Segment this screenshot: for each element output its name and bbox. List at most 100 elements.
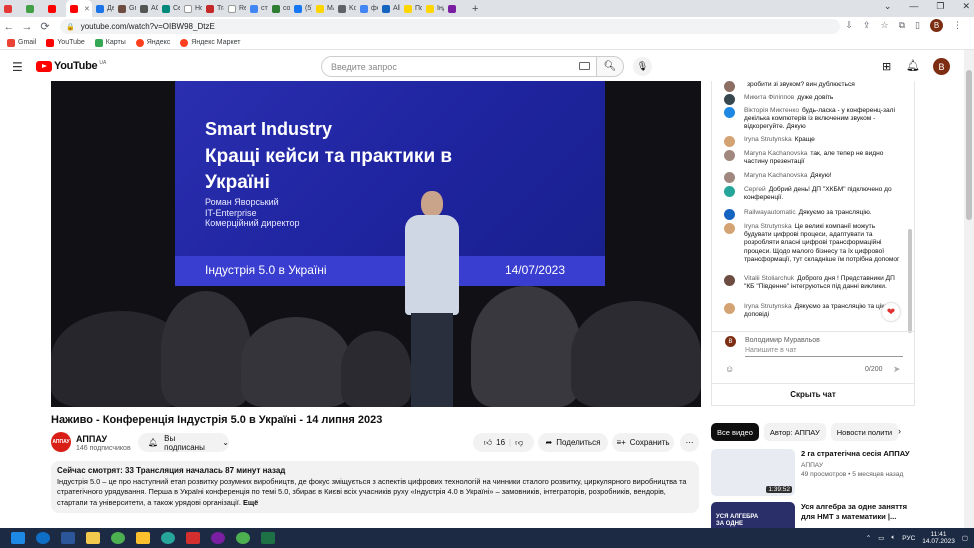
emoji-icon[interactable]: ☺ [725, 364, 734, 374]
browser-tab[interactable] [22, 0, 44, 17]
extensions-icon[interactable]: ⧉ [899, 20, 905, 31]
browser-tab[interactable]: Дел [92, 0, 114, 17]
bookmark-youtube[interactable]: YouTube [46, 38, 85, 47]
page-scrollbar[interactable] [964, 50, 974, 528]
video-player[interactable]: Smart Industry Кращі кейси та практики в… [51, 81, 701, 407]
chat-author-name[interactable]: Вікторія Миктенко [744, 107, 799, 114]
volume-icon[interactable]: 🔈︎ [891, 534, 895, 542]
chat-author-avatar[interactable] [724, 209, 735, 220]
save-button[interactable]: ≡+ Сохранить [612, 433, 674, 452]
browser-tab[interactable]: (5) I [290, 0, 312, 17]
new-tab-button[interactable]: + [472, 3, 478, 15]
chat-author-avatar[interactable] [724, 81, 735, 92]
keyboard-language[interactable]: РУС [902, 535, 915, 542]
search-button[interactable]: 🔍︎ [597, 56, 624, 77]
chat-author-name[interactable]: Railwayautomatic [744, 209, 796, 216]
browser-tab[interactable]: фор [356, 0, 378, 17]
video-description[interactable]: Сейчас смотрят: 33 Трансляция началась 8… [51, 461, 699, 513]
browser-menu-icon[interactable]: ⋮ [953, 20, 962, 31]
chat-message-list[interactable]: зробити зі звуком? вин дублюється Микита … [712, 81, 907, 334]
related-video-item[interactable]: УСЯ АЛГЕБРА ЗА ОДНЕ ЗАНЯТТЯ Уся алгебра … [711, 502, 917, 528]
chrome-icon[interactable] [111, 532, 125, 544]
chat-author-avatar[interactable] [724, 107, 735, 118]
chat-author-avatar[interactable] [724, 275, 735, 286]
notifications-icon[interactable]: ▢ [962, 534, 968, 542]
taskbar-clock[interactable]: 11:41 14.07.2023 [922, 531, 955, 546]
chat-author-name[interactable]: Iryna Strutynska [744, 223, 792, 230]
hamburger-menu-icon[interactable]: ☰ [12, 60, 23, 74]
chat-author-avatar[interactable] [724, 223, 735, 234]
chat-author-name[interactable]: Maryna Kachanovska [744, 172, 807, 179]
close-icon[interactable]: ✕ [962, 1, 970, 12]
viber-icon[interactable] [211, 532, 225, 544]
browser-tab[interactable]: MAI [312, 0, 334, 17]
chat-author-avatar[interactable] [724, 172, 735, 183]
browser-tab[interactable]: Tra [202, 0, 224, 17]
chrome-icon[interactable] [236, 532, 250, 544]
related-video-item[interactable]: 1:39:52 2 га стратегічна сесія АППАУ АПП… [711, 449, 917, 499]
browser-tab[interactable]: Нов [180, 0, 202, 17]
edge-icon[interactable] [36, 532, 50, 544]
chat-author-name[interactable]: Iryna Strutynska [744, 303, 792, 310]
channel-name[interactable]: АППАУ [76, 434, 107, 444]
browser-tab[interactable]: ✕ [66, 0, 92, 17]
user-avatar[interactable]: B [933, 58, 950, 75]
windows-start-icon[interactable] [11, 532, 25, 544]
chevron-down-icon[interactable]: ⌄ [884, 1, 892, 12]
word-icon[interactable] [61, 532, 75, 544]
pdf-reader-icon[interactable] [186, 532, 200, 544]
video-thumbnail[interactable]: УСЯ АЛГЕБРА ЗА ОДНЕ ЗАНЯТТЯ [711, 502, 795, 528]
chat-author-avatar[interactable] [724, 186, 735, 197]
search-input[interactable]: Введите запрос [321, 56, 597, 77]
browser-tab[interactable]: Allia [378, 0, 400, 17]
file-explorer-icon[interactable] [86, 532, 100, 544]
bookmark-maps[interactable]: Карты [94, 38, 126, 47]
chat-author-avatar[interactable] [724, 303, 735, 314]
keyboard-icon[interactable] [579, 62, 590, 70]
chat-scrollbar[interactable] [908, 229, 912, 333]
chip-all-videos[interactable]: Все видео [711, 423, 759, 441]
browser-tab[interactable] [44, 0, 66, 17]
browser-tab[interactable]: Kон [334, 0, 356, 17]
bookmark-gmail[interactable]: Gmail [7, 38, 36, 47]
browser-tab[interactable] [444, 0, 466, 17]
bookmark-yandex-market[interactable]: Яндекс Маркет [180, 38, 241, 47]
browser-tab[interactable]: Сер [158, 0, 180, 17]
browser-tab[interactable]: ступ [246, 0, 268, 17]
browser-tab[interactable] [0, 0, 22, 17]
browser-tab[interactable]: Пор [400, 0, 422, 17]
related-video-title[interactable]: 2 га стратегічна сесія АППАУ [801, 449, 911, 459]
scrollbar-thumb[interactable] [966, 70, 972, 220]
back-icon[interactable]: ← [0, 21, 18, 33]
voice-search-button[interactable]: 🎙︎ [633, 57, 652, 76]
like-button[interactable]: 👍︎ 16 | 👎︎ [473, 433, 534, 452]
browser-tab[interactable]: ACI [136, 0, 158, 17]
browser-profile-avatar[interactable]: B [930, 19, 943, 32]
more-actions-button[interactable]: ⋯ [680, 433, 699, 452]
thumbs-down-icon[interactable]: 👎︎ [515, 438, 523, 448]
restore-icon[interactable]: ❐ [936, 1, 944, 12]
create-video-icon[interactable]: ⊞ [882, 60, 891, 73]
video-thumbnail[interactable]: 1:39:52 [711, 449, 795, 496]
app-icon[interactable] [161, 532, 175, 544]
chip-politics-news[interactable]: Новости полити [830, 423, 899, 441]
minimize-icon[interactable]: — [909, 1, 918, 12]
chat-author-name[interactable]: Maryna Kachanovska [744, 150, 807, 157]
bookmark-star-icon[interactable]: ☆ [881, 20, 889, 31]
chat-author-name[interactable]: Сергей [744, 186, 766, 193]
sidepanel-icon[interactable]: ▯ [915, 20, 920, 31]
chat-author-name[interactable]: Vitalii Stoliarchuk [744, 275, 794, 282]
forward-icon[interactable]: → [18, 21, 36, 33]
chat-author-avatar[interactable] [724, 136, 735, 147]
bookmark-yandex[interactable]: Яндекс [135, 38, 170, 47]
related-video-title[interactable]: Уся алгебра за одне заняття для НМТ з ма… [801, 502, 911, 521]
browser-tab[interactable]: Інд [422, 0, 444, 17]
browser-tab[interactable]: con [268, 0, 290, 17]
app-icon[interactable] [136, 532, 150, 544]
chat-author-avatar[interactable] [724, 150, 735, 161]
hide-chat-button[interactable]: Скрыть чат [712, 383, 914, 405]
chip-author[interactable]: Автор: АППАУ [763, 423, 826, 441]
show-more-link[interactable]: Ещё [243, 498, 258, 507]
chat-author-name[interactable]: Микита Філіппов [744, 94, 794, 101]
reload-icon[interactable]: ⟳ [36, 20, 54, 33]
